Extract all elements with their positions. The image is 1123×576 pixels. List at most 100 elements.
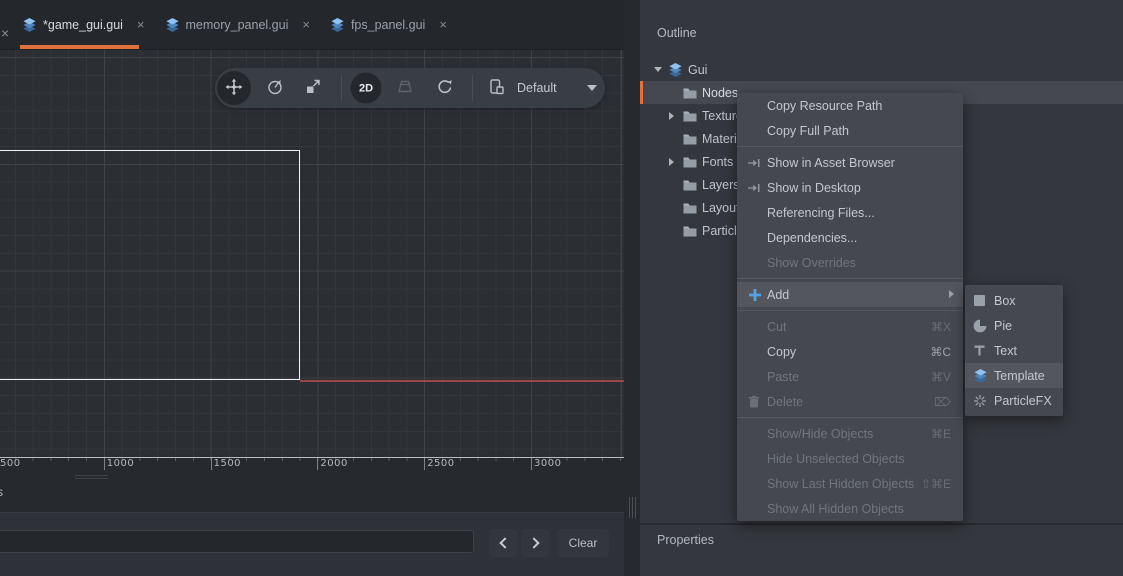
tab-label: fps_panel.gui: [351, 18, 425, 32]
gui-icon: [973, 368, 994, 384]
scale-tool-button[interactable]: [304, 78, 322, 99]
menu-item-dependencies[interactable]: Dependencies...: [737, 225, 963, 250]
trash-icon: [748, 395, 767, 408]
text-icon: [973, 344, 994, 357]
expander-right-icon[interactable]: [666, 112, 676, 120]
folder-icon: [683, 179, 697, 191]
rotate-icon: [266, 78, 284, 99]
menu-item-show-all-hidden-objects: Show All Hidden Objects: [737, 496, 963, 521]
menu-divider: [737, 414, 963, 421]
menu-item-label: Show in Asset Browser: [767, 156, 895, 170]
tab-memory_panelgui[interactable]: memory_panel.gui ×: [157, 0, 322, 49]
gui-file-icon: [22, 17, 37, 33]
submenu-item-pie[interactable]: Pie: [965, 313, 1063, 338]
menu-item-label: Add: [767, 288, 789, 302]
close-icon[interactable]: ×: [302, 17, 310, 32]
tab-label: memory_panel.gui: [186, 18, 289, 32]
clear-button[interactable]: Clear: [557, 529, 609, 557]
splitter-grip[interactable]: [75, 475, 108, 476]
2d-mode-button[interactable]: 2D: [351, 73, 382, 104]
splitter-grip: [632, 497, 633, 518]
gui-icon: [668, 62, 683, 78]
menu-item-hide-unselected-objects: Hide Unselected Objects: [737, 446, 963, 471]
splitter-grip: [635, 497, 636, 518]
folder-icon: [683, 87, 697, 99]
menu-item-label: Referencing Files...: [767, 206, 875, 220]
tree-item-gui[interactable]: Gui: [640, 58, 1123, 81]
search-console-panel: Clear: [0, 512, 624, 576]
menu-divider: [737, 275, 963, 282]
menu-item-paste: Paste⌘V: [737, 364, 963, 389]
particlefx-icon: [973, 394, 994, 408]
menu-item-cut: Cut⌘X: [737, 314, 963, 339]
submenu-item-label: Pie: [994, 319, 1012, 333]
display-profile-button[interactable]: [488, 78, 506, 99]
submenu-item-label: Text: [994, 344, 1017, 358]
ruler-tick: [104, 458, 105, 470]
close-icon[interactable]: ×: [439, 17, 447, 32]
tab-label: *game_gui.gui: [43, 18, 123, 32]
menu-item-label: Show All Hidden Objects: [767, 502, 904, 516]
x-axis-line: [300, 380, 624, 382]
submenu-item-particlefx[interactable]: ParticleFX: [965, 388, 1063, 413]
splitter-grip[interactable]: [75, 478, 108, 479]
menu-item-show-in-desktop[interactable]: Show in Desktop: [737, 175, 963, 200]
scene-viewport[interactable]: 2D Default: [0, 50, 624, 457]
chevron-down-icon[interactable]: [587, 85, 597, 91]
menu-item-referencing-files[interactable]: Referencing Files...: [737, 200, 963, 225]
folder-icon: [683, 225, 697, 237]
tree-item-label: Gui: [688, 63, 707, 77]
menu-item-copy-resource-path[interactable]: Copy Resource Path: [737, 93, 963, 118]
splitter-grip: [629, 497, 630, 518]
close-icon[interactable]: ×: [137, 17, 145, 32]
next-result-button[interactable]: [521, 529, 549, 557]
ruler-tick-label: 500: [0, 458, 21, 469]
submenu-item-text[interactable]: Text: [965, 338, 1063, 363]
menu-item-copy-full-path[interactable]: Copy Full Path: [737, 118, 963, 143]
perspective-camera-button[interactable]: [396, 79, 414, 98]
menu-item-label: Show Last Hidden Objects: [767, 477, 914, 491]
tab-fps_panelgui[interactable]: fps_panel.gui ×: [322, 0, 459, 49]
ruler-tick: [211, 458, 212, 470]
submenu-item-label: ParticleFX: [994, 394, 1052, 408]
shortcut-label: ⌘V: [931, 370, 951, 384]
vertical-splitter[interactable]: [624, 0, 640, 576]
menu-item-add[interactable]: Add: [737, 282, 963, 307]
shortcut-label: ⇧⌘E: [921, 477, 951, 491]
close-icon[interactable]: ×: [1, 25, 9, 41]
tab-game_guigui[interactable]: *game_gui.gui ×: [14, 0, 157, 49]
viewport-toolbar: 2D Default: [215, 68, 605, 108]
menu-item-copy[interactable]: Copy⌘C: [737, 339, 963, 364]
submenu-item-template[interactable]: Template: [965, 363, 1063, 388]
device-icon: [488, 78, 506, 99]
menu-item-label: Show Overrides: [767, 256, 856, 270]
ruler-tick: [531, 458, 532, 470]
tree-item-label: Layers: [702, 178, 740, 192]
rotate-tool-button[interactable]: [266, 78, 284, 99]
ruler-tick-label: 1500: [214, 458, 241, 469]
properties-title: Properties: [657, 533, 714, 547]
ruler-tick: [424, 458, 425, 470]
horizontal-ruler[interactable]: 50010001500200025003000: [0, 457, 624, 470]
tab-bar: × *game_gui.gui×memory_panel.gui×fps_pan…: [0, 0, 624, 50]
display-profile-select[interactable]: Default: [517, 68, 557, 108]
move-tool-button[interactable]: [217, 71, 251, 105]
chevron-left-icon: [499, 537, 510, 548]
expander-right-icon[interactable]: [666, 158, 676, 166]
frame-refresh-button[interactable]: [436, 78, 454, 99]
expander-down-icon[interactable]: [653, 67, 663, 72]
previous-result-button[interactable]: [489, 529, 517, 557]
gui-bounds-rect: [0, 150, 300, 380]
refresh-icon: [436, 78, 454, 99]
submenu-item-box[interactable]: Box: [965, 288, 1063, 313]
gui-file-icon: [330, 17, 345, 33]
submenu-arrow-icon: [949, 290, 954, 298]
toolbar-divider: [341, 75, 342, 101]
box-icon: [973, 294, 994, 307]
gui-file-icon: [165, 17, 180, 33]
menu-item-show-in-asset-browser[interactable]: Show in Asset Browser: [737, 150, 963, 175]
ruler-tick-label: 2000: [320, 458, 347, 469]
submenu-item-label: Box: [994, 294, 1016, 308]
search-input[interactable]: [0, 530, 474, 553]
menu-item-label: Hide Unselected Objects: [767, 452, 905, 466]
